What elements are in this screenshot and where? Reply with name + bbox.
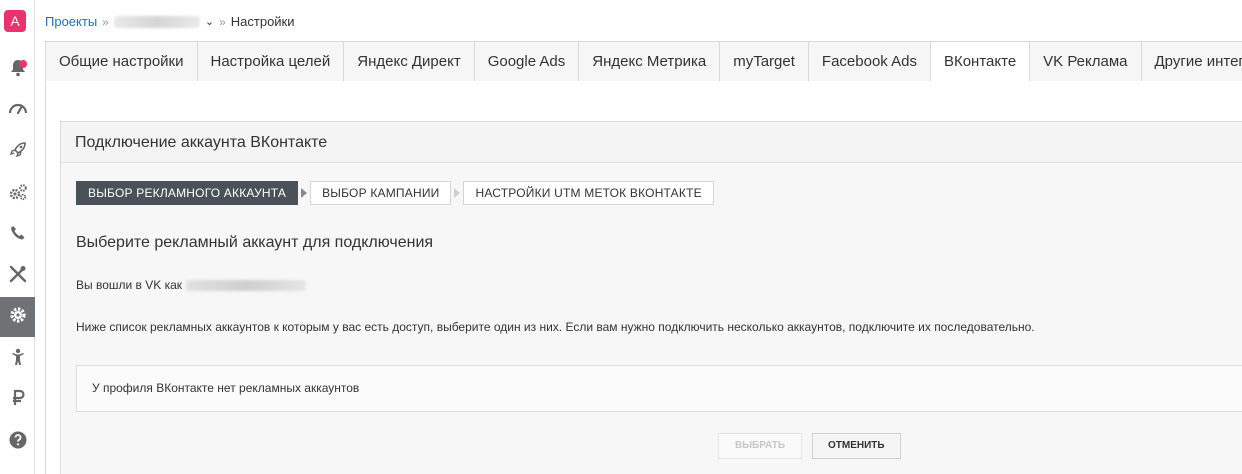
sidebar-item-tools[interactable] xyxy=(0,256,35,296)
tab-vkontakte[interactable]: ВКонтакте xyxy=(930,42,1031,82)
tools-icon xyxy=(8,264,28,289)
wizard-steps: Выбор рекламного аккаунта Выбор кампании… xyxy=(76,181,714,205)
chevron-down-icon[interactable]: ⌄ xyxy=(205,15,214,28)
speedometer-icon xyxy=(8,98,28,123)
breadcrumb-separator-icon: » xyxy=(219,14,226,29)
help-icon xyxy=(8,430,28,455)
tab-content: Подключение аккаунта ВКонтакте Выбор рек… xyxy=(45,81,1242,474)
tab-goals[interactable]: Настройка целей xyxy=(197,42,345,82)
tab-other-integrations[interactable]: Другие интеграции xyxy=(1141,42,1242,82)
gears-icon xyxy=(8,182,28,207)
sidebar-item-dashboard[interactable] xyxy=(0,90,35,130)
step-select-account[interactable]: Выбор рекламного аккаунта xyxy=(76,181,299,205)
sidebar-item-launch[interactable] xyxy=(0,132,35,172)
breadcrumb-projects-link[interactable]: Проекты xyxy=(45,14,97,29)
tab-yandex-metrika[interactable]: Яндекс Метрика xyxy=(579,42,721,82)
breadcrumb: Проекты » ⌄ » Настройки xyxy=(45,14,295,29)
tab-general[interactable]: Общие настройки xyxy=(46,42,198,82)
panel-title: Подключение аккаунта ВКонтакте xyxy=(61,122,1242,163)
vk-connect-panel: Подключение аккаунта ВКонтакте Выбор рек… xyxy=(60,121,1242,474)
tab-facebook-ads[interactable]: Facebook Ads xyxy=(808,42,931,82)
tab-mytarget[interactable]: myTarget xyxy=(720,42,809,82)
sidebar: A xyxy=(0,0,35,474)
form-actions: Выбрать Отменить xyxy=(718,433,901,459)
vk-user-name xyxy=(186,279,307,291)
breadcrumb-separator-icon: » xyxy=(102,14,109,29)
ruble-icon xyxy=(8,388,28,413)
breadcrumb-current: Настройки xyxy=(230,14,295,29)
tab-yandex-direct[interactable]: Яндекс Директ xyxy=(344,42,475,82)
logged-in-label: Вы вошли в VK как xyxy=(76,278,183,292)
rocket-icon xyxy=(8,140,28,165)
step-utm-settings[interactable]: Настройки UTM меток ВКонтакте xyxy=(463,181,714,205)
accounts-list-empty: У профиля ВКонтакте нет рекламных аккаун… xyxy=(76,365,1242,412)
phone-icon xyxy=(8,223,28,248)
person-icon xyxy=(8,347,28,372)
sidebar-item-help[interactable] xyxy=(0,422,35,462)
sidebar-item-automation[interactable] xyxy=(0,174,35,214)
section-title: Выберите рекламный аккаунт для подключен… xyxy=(76,234,434,251)
logged-in-info: Вы вошли в VK как xyxy=(76,278,307,292)
step-arrow-icon xyxy=(301,188,308,198)
settings-tabs: Общие настройки Настройка целей Яндекс Д… xyxy=(45,41,1242,82)
app-logo[interactable]: A xyxy=(4,10,26,32)
notification-dot xyxy=(19,60,27,68)
step-arrow-icon xyxy=(454,188,461,198)
tab-google-ads[interactable]: Google Ads xyxy=(474,42,580,82)
select-button[interactable]: Выбрать xyxy=(718,433,803,459)
cancel-button[interactable]: Отменить xyxy=(812,433,901,459)
sidebar-item-settings[interactable] xyxy=(0,297,35,337)
sidebar-item-notifications[interactable] xyxy=(0,50,35,90)
tab-vk-reklama[interactable]: VK Реклама xyxy=(1030,42,1142,82)
sidebar-item-billing[interactable] xyxy=(0,380,35,420)
sidebar-item-cabinet[interactable] xyxy=(0,339,35,379)
step-select-campaign[interactable]: Выбор кампании xyxy=(310,181,452,205)
settings-icon xyxy=(8,305,28,330)
sidebar-item-calls[interactable] xyxy=(0,215,35,255)
accounts-hint: Ниже список рекламных аккаунтов к которы… xyxy=(76,320,1035,334)
breadcrumb-project-name[interactable] xyxy=(113,15,200,28)
